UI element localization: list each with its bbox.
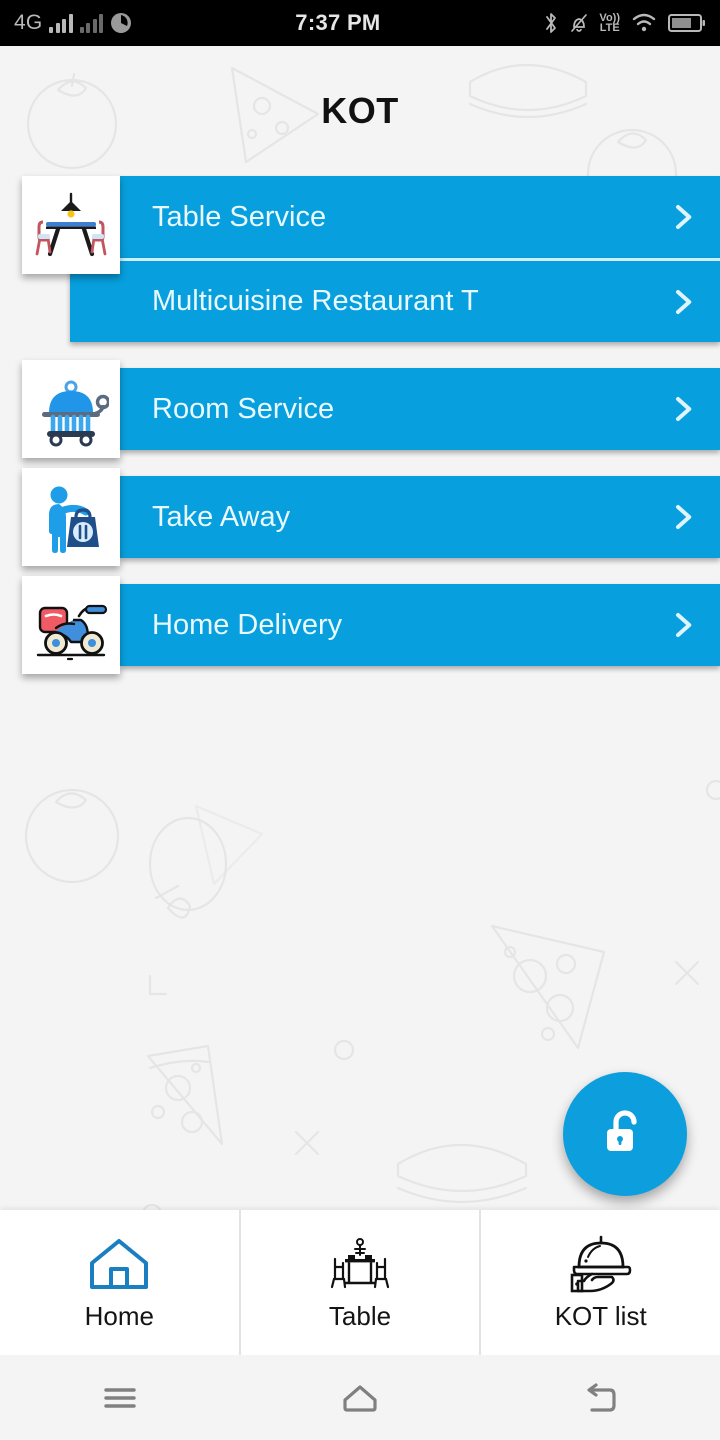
data-saver-icon [111,13,132,33]
menu-group-table-service: Table Service Multicuisine Restaurant T [0,176,720,342]
wifi-icon [632,13,656,32]
nav-item-label: Home [84,1301,155,1331]
dining-table-icon [330,1238,390,1289]
nav-item-label: KOT list [554,1301,647,1331]
clock: 7:37 PM [295,10,381,35]
unlock-icon [607,1110,637,1151]
home-icon [90,1239,149,1289]
back-icon [587,1382,616,1412]
volte-bottom-label: LTE [599,22,620,34]
nav-item-label: Table [328,1301,392,1331]
status-bar-left: 4G [14,11,132,35]
signal-bars-sim2-icon [79,13,104,33]
status-bar: 4G 7:37 PM Vo)) LTE [0,0,720,46]
status-bar-center: 7:37 PM [132,10,543,36]
menu-item-label: Table Service [152,200,327,233]
menu-group-home-delivery: Home Delivery [0,576,720,674]
nav-item-home[interactable]: Home [0,1210,239,1355]
chevron-right-icon [676,505,692,529]
volte-icon: Vo)) LTE [599,13,620,34]
menu-item-home-delivery[interactable]: Home Delivery [120,584,720,666]
dining-table-icon [22,176,120,274]
takeaway-bag-icon [22,468,120,566]
room-service-cart-icon [22,360,120,458]
menu-item-label: Room Service [152,392,335,425]
menu-item-label: Take Away [152,500,291,533]
menu-item-label: Home Delivery [152,608,343,641]
chevron-right-icon [676,289,692,314]
bottom-navigation: Home Table KOT list [0,1210,720,1355]
nav-item-kot-list[interactable]: KOT list [479,1210,720,1355]
page-header: KOT [0,46,720,176]
service-menu-list: Table Service Multicuisine Restaurant T [0,176,720,674]
menu-item-table-service[interactable]: Table Service [120,176,720,258]
menu-item-take-away[interactable]: Take Away [120,476,720,558]
serving-cloche-icon [570,1235,631,1293]
status-bar-right: Vo)) LTE [543,11,706,35]
menu-subitem-multicuisine-restaurant[interactable]: Multicuisine Restaurant T [70,258,720,342]
chevron-right-icon [676,613,692,637]
menu-icon [104,1387,136,1408]
android-menu-button[interactable] [0,1355,240,1440]
chevron-right-icon [676,205,692,229]
mute-icon [571,14,588,32]
unlock-fab-button[interactable] [563,1072,687,1196]
menu-group-take-away: Take Away [0,468,720,566]
android-back-button[interactable] [480,1355,720,1440]
bluetooth-icon [546,13,557,33]
android-navigation-bar [0,1355,720,1440]
nav-item-table[interactable]: Table [238,1210,480,1355]
home-outline-icon [343,1384,377,1412]
page-title: KOT [321,90,399,131]
menu-group-room-service: Room Service [0,360,720,458]
chevron-right-icon [676,397,692,421]
app-screen: 4G 7:37 PM Vo)) LTE KOT Table Service Mu… [0,0,720,1440]
menu-subitem-label: Multicuisine Restaurant T [152,285,479,317]
battery-icon [668,14,705,32]
network-type-label: 4G [14,11,43,34]
signal-bars-sim1-icon [49,13,73,33]
menu-item-room-service[interactable]: Room Service [120,368,720,450]
delivery-scooter-icon [22,576,120,674]
android-home-button[interactable] [240,1355,480,1440]
